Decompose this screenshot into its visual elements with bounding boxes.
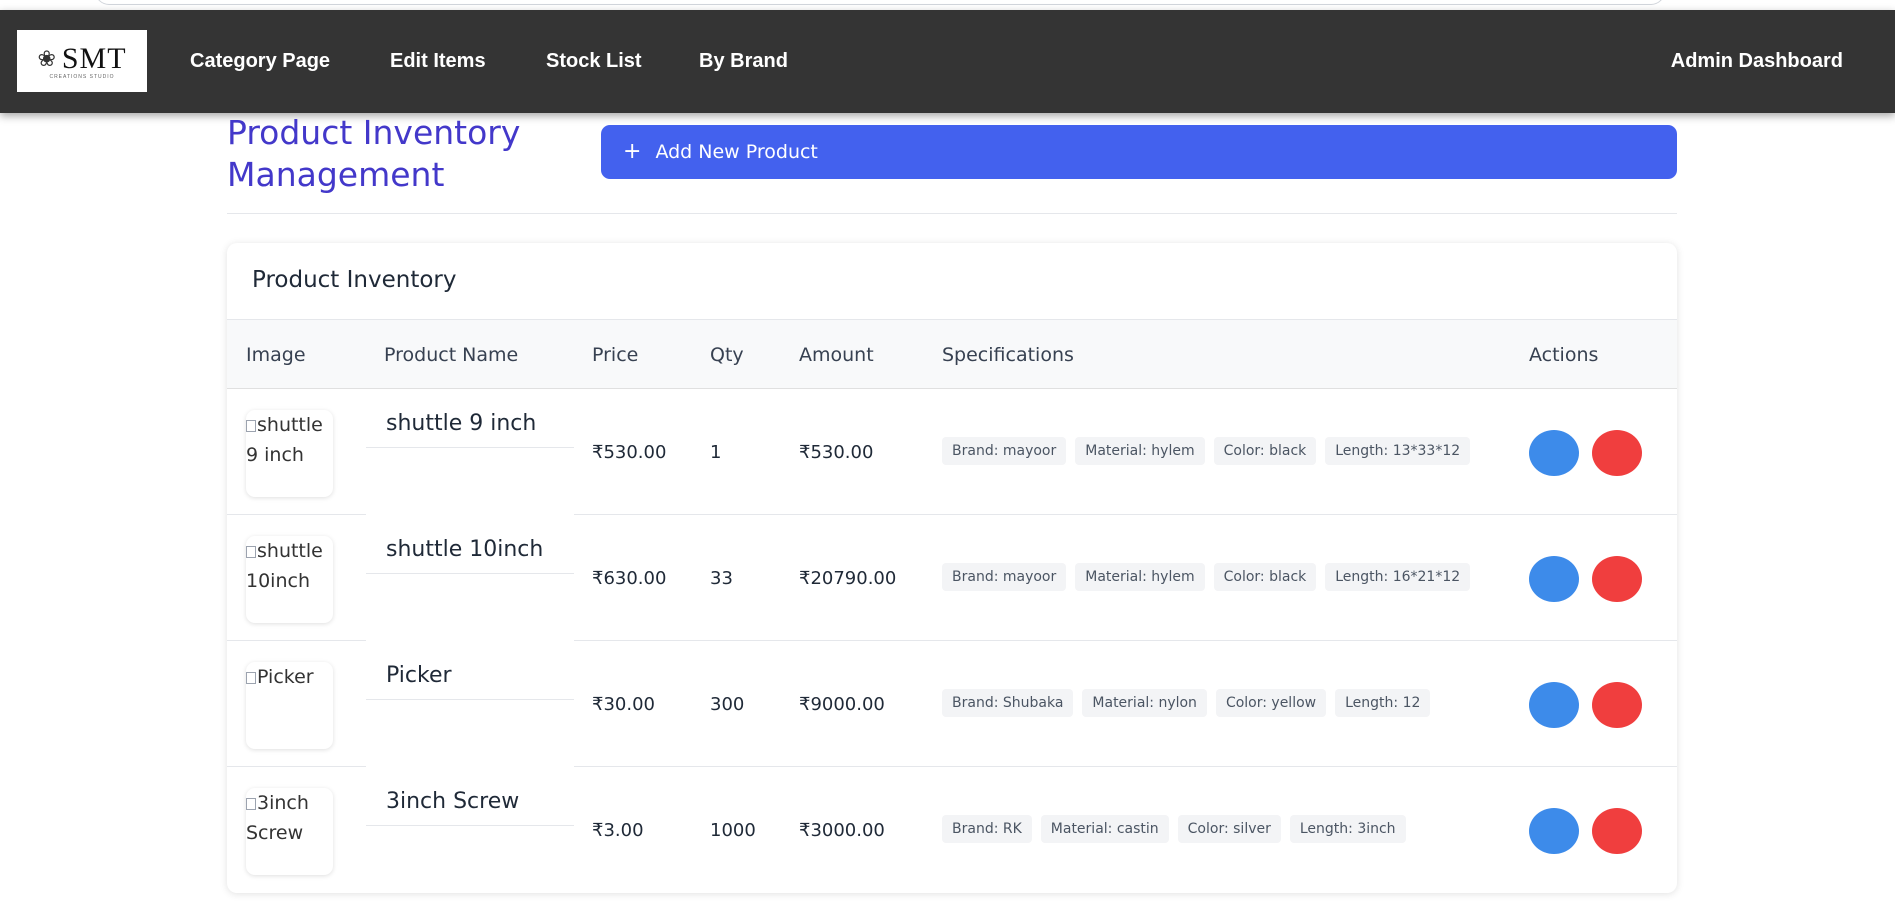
product-image: shuttle 10inch xyxy=(246,536,333,623)
logo-subtext: CREATIONS STUDIO xyxy=(49,74,115,80)
broken-image-icon xyxy=(246,798,256,810)
spec-brand: Brand: RK xyxy=(942,815,1032,843)
nav-by-brand[interactable]: By Brand xyxy=(699,50,788,73)
spec-color: Color: yellow xyxy=(1215,689,1327,717)
edit-button[interactable] xyxy=(1529,430,1579,476)
product-amount: ₹3000.00 xyxy=(799,820,885,841)
spec-material: Material: hylem xyxy=(1075,563,1205,591)
product-name: shuttle 9 inch xyxy=(386,411,537,436)
page-title: Product Inventory Management xyxy=(227,113,521,194)
table-row: 3inch Screw 3inch Screw ₹3.00 1000 ₹3000… xyxy=(227,767,1677,893)
broken-image-icon xyxy=(246,672,256,684)
spec-color: Color: silver xyxy=(1177,815,1281,843)
add-new-product-label: Add New Product xyxy=(655,141,818,163)
table-row: shuttle 10inch shuttle 10inch ₹630.00 33… xyxy=(227,515,1677,641)
nav-category-page[interactable]: Category Page xyxy=(190,50,330,73)
browser-top-strip xyxy=(0,0,1895,10)
navbar: ❀ SMT CREATIONS STUDIO Category Page Edi… xyxy=(0,10,1895,113)
spec-material: Material: castin xyxy=(1040,815,1169,843)
broken-image-icon xyxy=(246,420,256,432)
edit-button[interactable] xyxy=(1529,556,1579,602)
col-header-image: Image xyxy=(246,344,306,366)
lotus-icon: ❀ xyxy=(37,46,56,72)
product-image: Picker xyxy=(246,662,333,749)
spec-brand: Brand: mayoor xyxy=(942,563,1067,591)
product-name-cell: 3inch Screw xyxy=(366,767,574,893)
inventory-card: Product Inventory Image Product Name Pri… xyxy=(227,243,1677,893)
spec-list: Brand: Shubaka Material: nylon Color: ye… xyxy=(942,689,1431,717)
product-qty: 1000 xyxy=(710,820,756,841)
product-price: ₹30.00 xyxy=(592,694,655,715)
product-price: ₹630.00 xyxy=(592,568,667,589)
spec-color: Color: black xyxy=(1213,437,1317,465)
logo-text: SMT xyxy=(61,42,127,75)
spec-material: Material: nylon xyxy=(1082,689,1207,717)
search-bar-edge[interactable] xyxy=(95,0,1665,5)
product-name: Picker xyxy=(386,663,452,688)
brand-logo[interactable]: ❀ SMT CREATIONS STUDIO xyxy=(17,30,147,92)
add-new-product-button[interactable]: + Add New Product xyxy=(601,125,1677,179)
nav-admin-dashboard[interactable]: Admin Dashboard xyxy=(1671,50,1843,73)
plus-icon: + xyxy=(623,139,642,164)
broken-image-icon xyxy=(246,546,256,558)
name-underline xyxy=(366,699,574,700)
product-price: ₹530.00 xyxy=(592,442,667,463)
product-amount: ₹20790.00 xyxy=(799,568,897,589)
spec-length: Length: 12 xyxy=(1335,689,1431,717)
product-name-cell: shuttle 10inch xyxy=(366,515,574,641)
spec-brand: Brand: mayoor xyxy=(942,437,1067,465)
spec-material: Material: hylem xyxy=(1075,437,1205,465)
table-row: Picker Picker ₹30.00 300 ₹9000.00 Brand:… xyxy=(227,641,1677,767)
product-amount: ₹530.00 xyxy=(799,442,874,463)
product-qty: 1 xyxy=(710,442,722,463)
inventory-title: Product Inventory xyxy=(252,267,457,293)
product-image: shuttle 9 inch xyxy=(246,410,333,497)
col-header-product-name: Product Name xyxy=(384,344,519,366)
spec-brand: Brand: Shubaka xyxy=(942,689,1074,717)
table-header: Image Product Name Price Qty Amount Spec… xyxy=(227,319,1677,389)
spec-list: Brand: mayoor Material: hylem Color: bla… xyxy=(942,437,1471,465)
spec-list: Brand: mayoor Material: hylem Color: bla… xyxy=(942,563,1471,591)
product-name-cell: shuttle 9 inch xyxy=(366,389,574,515)
spec-list: Brand: RK Material: castin Color: silver… xyxy=(942,815,1406,843)
name-underline xyxy=(366,447,574,448)
name-underline xyxy=(366,825,574,826)
image-alt-text: shuttle 10inch xyxy=(246,540,323,592)
col-header-specifications: Specifications xyxy=(942,344,1074,366)
product-price: ₹3.00 xyxy=(592,820,644,841)
spec-length: Length: 13*33*12 xyxy=(1325,437,1471,465)
table-row: shuttle 9 inch shuttle 9 inch ₹530.00 1 … xyxy=(227,389,1677,515)
product-qty: 300 xyxy=(710,694,745,715)
product-amount: ₹9000.00 xyxy=(799,694,885,715)
product-name: 3inch Screw xyxy=(386,789,520,814)
col-header-actions: Actions xyxy=(1529,344,1599,366)
header-divider xyxy=(227,213,1677,214)
delete-button[interactable] xyxy=(1592,430,1642,476)
spec-color: Color: black xyxy=(1213,563,1317,591)
product-image: 3inch Screw xyxy=(246,788,333,875)
delete-button[interactable] xyxy=(1592,682,1642,728)
image-alt-text: shuttle 9 inch xyxy=(246,414,323,466)
col-header-price: Price xyxy=(592,344,639,366)
col-header-qty: Qty xyxy=(710,344,744,366)
edit-button[interactable] xyxy=(1529,682,1579,728)
col-header-amount: Amount xyxy=(799,344,874,366)
spec-length: Length: 16*21*12 xyxy=(1325,563,1471,591)
product-qty: 33 xyxy=(710,568,733,589)
nav-edit-items[interactable]: Edit Items xyxy=(390,50,486,73)
edit-button[interactable] xyxy=(1529,808,1579,854)
delete-button[interactable] xyxy=(1592,556,1642,602)
product-name-cell: Picker xyxy=(366,641,574,767)
name-underline xyxy=(366,573,574,574)
image-alt-text: Picker xyxy=(257,666,314,688)
nav-stock-list[interactable]: Stock List xyxy=(546,50,642,73)
spec-length: Length: 3inch xyxy=(1289,815,1406,843)
product-name: shuttle 10inch xyxy=(386,537,544,562)
delete-button[interactable] xyxy=(1592,808,1642,854)
